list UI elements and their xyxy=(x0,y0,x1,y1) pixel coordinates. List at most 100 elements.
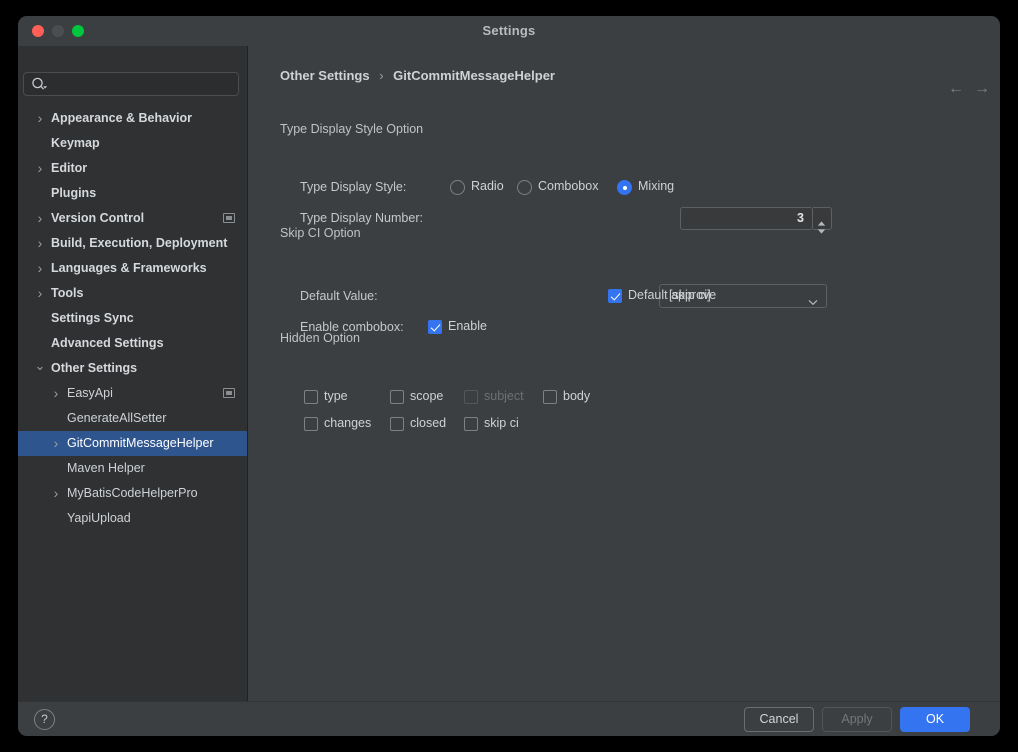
chevron-right-icon[interactable]: › xyxy=(50,431,62,456)
stepper-value: 3 xyxy=(797,211,804,225)
apply-button: Apply xyxy=(822,707,892,732)
checkbox-indicator xyxy=(304,390,318,404)
sidebar-item-label: MyBatisCodeHelperPro xyxy=(67,486,198,500)
navigate-forward-icon[interactable]: → xyxy=(971,79,993,99)
sidebar-item-easyapi[interactable]: › EasyApi xyxy=(18,381,247,406)
sidebar-item-maven-helper[interactable]: Maven Helper xyxy=(18,456,247,481)
checkbox-label: skip ci xyxy=(484,416,519,430)
sidebar-item-badge-icon xyxy=(223,213,235,223)
sidebar-item-gitcommitmessagehelper[interactable]: › GitCommitMessageHelper xyxy=(18,431,247,456)
chevron-right-icon[interactable]: › xyxy=(34,256,46,281)
sidebar-item-label: Tools xyxy=(51,286,84,300)
search-input[interactable] xyxy=(50,73,239,97)
ok-button[interactable]: OK xyxy=(900,707,970,732)
checkbox-label: changes xyxy=(324,416,372,430)
radio-label: Combobox xyxy=(538,179,599,193)
sidebar-item-label: Build, Execution, Deployment xyxy=(51,236,228,250)
section-divider xyxy=(280,234,968,235)
section-title: Hidden Option xyxy=(280,331,368,345)
section-header-type-display: Type Display Style Option xyxy=(280,122,968,138)
sidebar-item-label: EasyApi xyxy=(67,386,113,400)
checkbox-indicator xyxy=(390,390,404,404)
sidebar-item-label: Languages & Frameworks xyxy=(51,261,207,275)
sidebar-item-generateallsetter[interactable]: GenerateAllSetter xyxy=(18,406,247,431)
dialog-footer: ? Cancel Apply OK xyxy=(18,701,1000,736)
chevron-right-icon[interactable]: › xyxy=(34,106,46,131)
sidebar-item-label: Settings Sync xyxy=(51,311,134,325)
sidebar-item-yapiupload[interactable]: YapiUpload xyxy=(18,506,247,531)
chevron-right-icon[interactable]: › xyxy=(34,156,46,181)
sidebar-item-label: GenerateAllSetter xyxy=(67,411,167,425)
stepper-up-icon[interactable] xyxy=(817,213,826,226)
section-title: Type Display Style Option xyxy=(280,122,432,136)
sidebar-item-editor[interactable]: › Editor xyxy=(18,156,247,181)
settings-tree: › Appearance & Behavior Keymap › Editor Plugi… xyxy=(18,106,247,696)
sidebar-item-plugins[interactable]: Plugins xyxy=(18,181,247,206)
checkbox-indicator xyxy=(304,417,318,431)
checkbox-label: scope xyxy=(410,389,444,403)
section-header-skip-ci: Skip CI Option xyxy=(280,226,968,242)
sidebar-item-label: Other Settings xyxy=(51,361,138,375)
radio-indicator xyxy=(450,180,465,195)
sidebar-item-label: Version Control xyxy=(51,211,145,225)
section-divider xyxy=(280,339,968,340)
search-box[interactable] xyxy=(23,72,239,97)
breadcrumb-separator: › xyxy=(379,68,384,83)
breadcrumb: Other Settings › GitCommitMessageHelper xyxy=(280,68,555,83)
chevron-right-icon[interactable]: › xyxy=(50,481,62,506)
breadcrumb-current: GitCommitMessageHelper xyxy=(393,68,555,83)
checkbox-indicator xyxy=(464,417,478,431)
radio-indicator xyxy=(617,180,632,195)
checkbox-label: Default approve xyxy=(628,288,717,302)
sidebar-item-settings-sync[interactable]: Settings Sync xyxy=(18,306,247,331)
sidebar-item-languages-frameworks[interactable]: › Languages & Frameworks xyxy=(18,256,247,281)
checkbox-indicator xyxy=(543,390,557,404)
window-title: Settings xyxy=(482,23,536,38)
sidebar-item-other-settings[interactable]: ⌄ Other Settings xyxy=(18,356,247,381)
breadcrumb-parent[interactable]: Other Settings xyxy=(280,68,370,83)
sidebar-item-version-control[interactable]: › Version Control xyxy=(18,206,247,231)
checkbox-label: closed xyxy=(410,416,447,430)
chevron-right-icon[interactable]: › xyxy=(34,281,46,306)
sidebar-item-label: Plugins xyxy=(51,186,97,200)
sidebar-item-label: YapiUpload xyxy=(67,511,131,525)
settings-window: Settings › Appearance & Behavior Keymap › Ed… xyxy=(18,16,1000,736)
sidebar-item-label: GitCommitMessageHelper xyxy=(67,436,214,450)
sidebar-item-keymap[interactable]: Keymap xyxy=(18,131,247,156)
navigate-back-icon[interactable]: ← xyxy=(945,79,967,99)
sidebar-item-appearance-behavior[interactable]: › Appearance & Behavior xyxy=(18,106,247,131)
sidebar-item-label: Editor xyxy=(51,161,88,175)
type-display-style-label: Type Display Style: xyxy=(300,180,407,194)
chevron-down-icon xyxy=(808,293,818,306)
settings-content-panel: Other Settings › GitCommitMessageHelper … xyxy=(248,46,1000,701)
radio-indicator xyxy=(517,180,532,195)
radio-label: Radio xyxy=(471,179,504,193)
sidebar-item-badge-icon xyxy=(223,388,235,398)
sidebar-item-advanced-settings[interactable]: Advanced Settings xyxy=(18,331,247,356)
settings-sidebar: › Appearance & Behavior Keymap › Editor Plugi… xyxy=(18,46,248,701)
section-title: Skip CI Option xyxy=(280,226,369,240)
sidebar-item-mybatiscodehelperpro[interactable]: › MyBatisCodeHelperPro xyxy=(18,481,247,506)
chevron-down-icon[interactable]: ⌄ xyxy=(34,356,46,376)
sidebar-item-build-execution-deployment[interactable]: › Build, Execution, Deployment xyxy=(18,231,247,256)
cancel-button[interactable]: Cancel xyxy=(744,707,814,732)
sidebar-item-label: Appearance & Behavior xyxy=(51,111,193,125)
sidebar-item-tools[interactable]: › Tools xyxy=(18,281,247,306)
chevron-right-icon[interactable]: › xyxy=(50,381,62,406)
sidebar-item-label: Keymap xyxy=(51,136,100,150)
title-bar: Settings xyxy=(18,16,1000,46)
section-header-hidden: Hidden Option xyxy=(280,331,968,347)
checkbox-indicator xyxy=(608,289,622,303)
sidebar-item-label: Advanced Settings xyxy=(51,336,164,350)
checkbox-label: type xyxy=(324,389,348,403)
default-value-label: Default Value: xyxy=(300,289,378,303)
chevron-right-icon[interactable]: › xyxy=(34,206,46,231)
help-icon[interactable]: ? xyxy=(34,709,55,730)
type-display-number-label: Type Display Number: xyxy=(300,211,423,225)
checkbox-indicator xyxy=(390,417,404,431)
chevron-right-icon[interactable]: › xyxy=(34,231,46,256)
radio-label: Mixing xyxy=(638,179,675,193)
sidebar-item-label: Maven Helper xyxy=(67,461,145,475)
checkbox-indicator xyxy=(464,390,478,404)
checkbox-label: subject xyxy=(484,389,524,403)
